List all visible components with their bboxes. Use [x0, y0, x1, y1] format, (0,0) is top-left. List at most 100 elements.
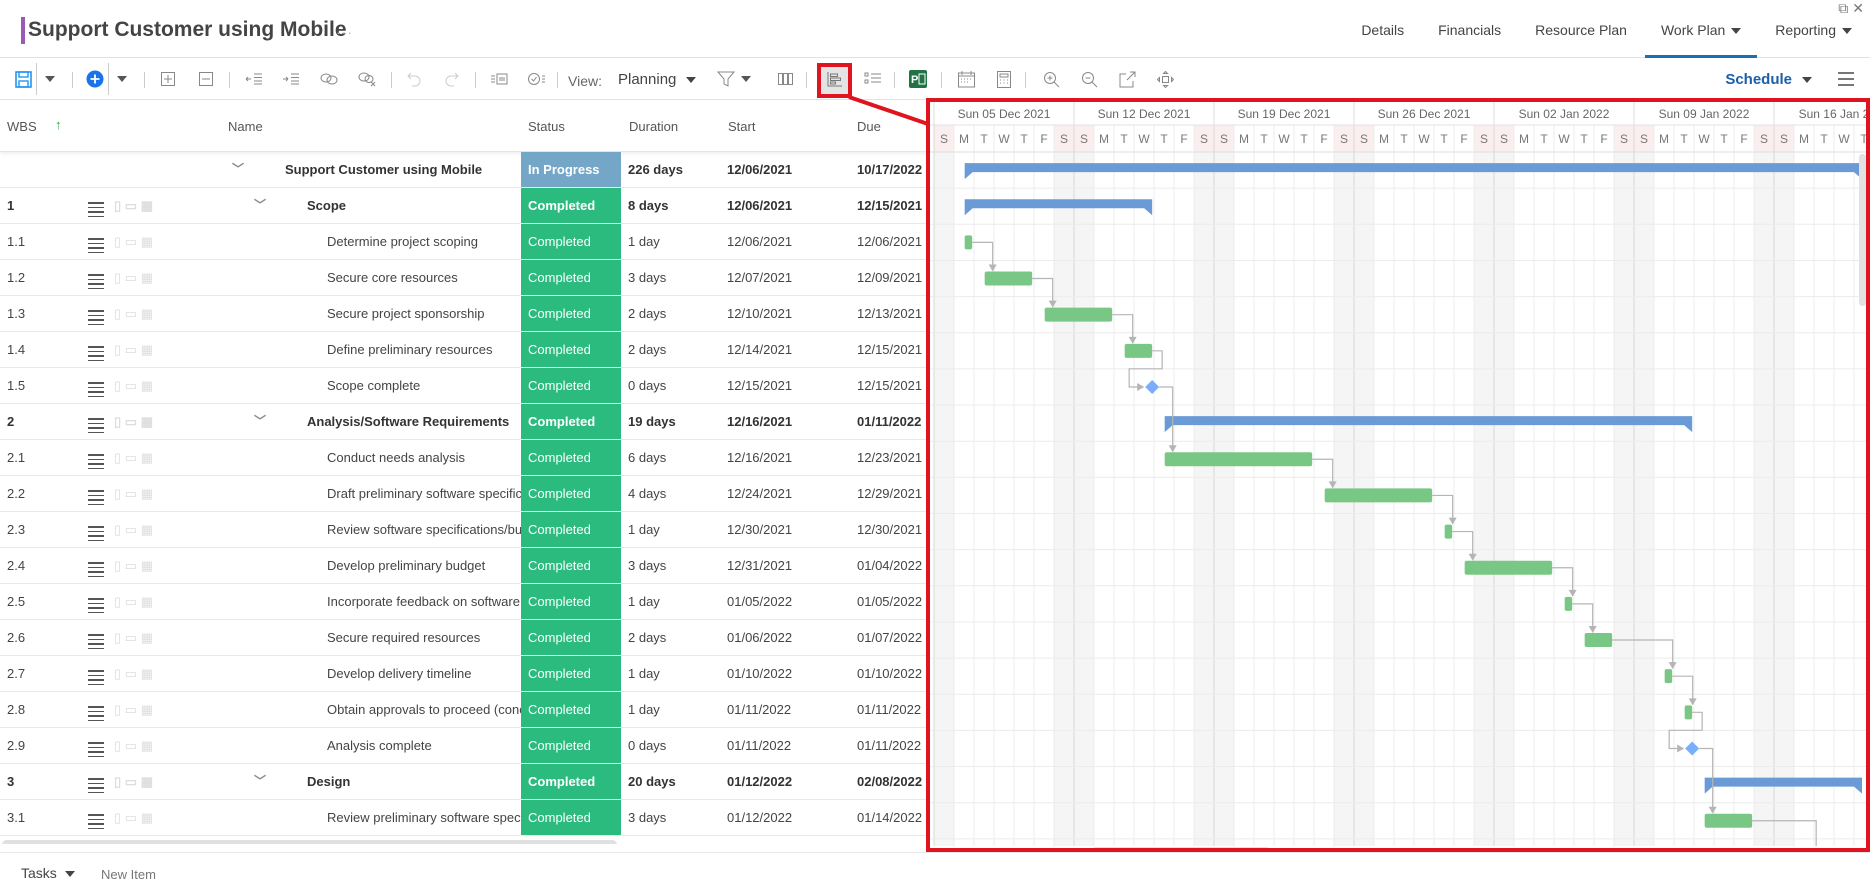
comment-icon[interactable]: ▭ [125, 774, 137, 789]
task-bar[interactable] [1584, 633, 1613, 648]
popout-icon[interactable] [1116, 65, 1138, 93]
milestone-diamond[interactable] [1145, 379, 1160, 394]
tab-reporting[interactable]: Reporting [1775, 0, 1852, 58]
table-row[interactable]: 1.5 ▯ ▭ ▦ Scope complete Completed 0 days 12/… [0, 368, 928, 404]
cell-name[interactable]: Incorporate feedback on software specifi… [327, 584, 521, 619]
note-icon[interactable]: ▯ [114, 486, 121, 501]
column-header-name[interactable]: Name [228, 119, 263, 134]
table-row[interactable]: 2.1 ▯ ▭ ▦ Conduct needs analysis Completed 6… [0, 440, 928, 476]
checklist-icon[interactable] [526, 65, 548, 93]
table-row[interactable]: 1.3 ▯ ▭ ▦ Secure project sponsorship Comple… [0, 296, 928, 332]
column-header-wbs[interactable]: WBS [7, 119, 37, 134]
details-icon[interactable]: ▦ [141, 342, 153, 357]
task-details-icon[interactable] [488, 65, 510, 93]
indent-icon[interactable] [280, 65, 302, 93]
task-bar[interactable] [1464, 560, 1553, 575]
details-icon[interactable]: ▦ [141, 594, 153, 609]
comment-icon[interactable]: ▭ [125, 738, 137, 753]
table-row[interactable]: 2.9 ▯ ▭ ▦ Analysis complete Completed 0 days… [0, 728, 928, 764]
cell-name[interactable]: Scope [307, 188, 521, 223]
menu-icon[interactable] [1838, 72, 1854, 90]
cell-name[interactable]: Define preliminary resources [327, 332, 521, 367]
collapse-all-icon[interactable] [196, 65, 216, 93]
cell-name[interactable]: Analysis complete [327, 728, 521, 763]
note-icon[interactable]: ▯ [114, 306, 121, 321]
comment-icon[interactable]: ▭ [125, 342, 137, 357]
note-icon[interactable]: ▯ [114, 774, 121, 789]
comment-icon[interactable]: ▭ [125, 270, 137, 285]
drag-handle-icon[interactable] [88, 260, 104, 295]
view-select[interactable]: Planning [618, 71, 697, 88]
collapse-chevron-icon[interactable]: ﹀ [254, 188, 274, 223]
task-bar[interactable] [1124, 343, 1153, 358]
cell-name[interactable]: Review software specifications/budget [327, 512, 521, 547]
new-item-button[interactable]: New Item [101, 867, 156, 882]
table-row[interactable]: 1.2 ▯ ▭ ▦ Secure core resources Completed 3 … [0, 260, 928, 296]
summary-bar[interactable] [964, 163, 1862, 180]
task-bar[interactable] [1324, 488, 1433, 503]
tab-details[interactable]: Details [1361, 0, 1404, 58]
drag-handle-icon[interactable] [88, 224, 104, 259]
milestone-diamond[interactable] [1685, 741, 1700, 756]
drag-handle-icon[interactable] [88, 440, 104, 475]
drag-handle-icon[interactable] [88, 368, 104, 403]
sort-ascending-icon[interactable]: ↑ [55, 117, 62, 132]
task-bar[interactable] [1684, 705, 1693, 720]
cell-name[interactable]: Draft preliminary software specification… [327, 476, 521, 511]
grid-horizontal-scrollbar[interactable] [2, 840, 617, 844]
expand-all-icon[interactable] [158, 65, 178, 93]
collapse-chevron-icon[interactable]: ﹀ [254, 764, 274, 799]
drag-handle-icon[interactable] [88, 620, 104, 655]
table-row[interactable]: 2 ▯ ▭ ▦ ﹀ Analysis/Software Requirements Com… [0, 404, 928, 440]
task-bar[interactable] [1444, 524, 1453, 539]
details-icon[interactable]: ▦ [141, 666, 153, 681]
table-row[interactable]: ﹀ Support Customer using Mobile In Progres… [0, 152, 928, 188]
note-icon[interactable]: ▯ [114, 810, 121, 825]
calendar-icon[interactable] [955, 65, 977, 93]
details-icon[interactable]: ▦ [141, 486, 153, 501]
table-row[interactable]: 3.1 ▯ ▭ ▦ Review preliminary software spec… [0, 800, 928, 836]
cell-name[interactable]: Develop preliminary budget [327, 548, 521, 583]
drag-handle-icon[interactable] [88, 296, 104, 331]
columns-icon[interactable] [775, 65, 797, 93]
table-row[interactable]: 2.3 ▯ ▭ ▦ Review software specifications/b… [0, 512, 928, 548]
task-bar[interactable] [1044, 307, 1113, 322]
cell-name[interactable]: Secure required resources [327, 620, 521, 655]
details-icon[interactable]: ▦ [141, 738, 153, 753]
drag-handle-icon[interactable] [88, 548, 104, 583]
unlink-icon[interactable] [356, 65, 378, 93]
task-list-icon[interactable] [862, 65, 884, 93]
details-icon[interactable]: ▦ [141, 810, 153, 825]
details-icon[interactable]: ▦ [141, 774, 153, 789]
table-row[interactable]: 2.4 ▯ ▭ ▦ Develop preliminary budget Comple… [0, 548, 928, 584]
drag-handle-icon[interactable] [88, 476, 104, 511]
cell-name[interactable]: Obtain approvals to proceed (concept, ti… [327, 692, 521, 727]
close-icon[interactable]: ✕ [1852, 0, 1864, 16]
table-row[interactable]: 1.4 ▯ ▭ ▦ Define preliminary resources Comp… [0, 332, 928, 368]
table-row[interactable]: 2.2 ▯ ▭ ▦ Draft preliminary software speci… [0, 476, 928, 512]
table-row[interactable]: 3 ▯ ▭ ▦ ﹀ Design Completed 20 days 01/12/2022 0… [0, 764, 928, 800]
details-icon[interactable]: ▦ [141, 414, 153, 429]
zoom-out-icon[interactable] [1078, 65, 1100, 93]
details-icon[interactable]: ▦ [141, 630, 153, 645]
drag-handle-icon[interactable] [88, 188, 104, 223]
column-header-start[interactable]: Start [728, 119, 755, 134]
cell-name[interactable]: Develop delivery timeline [327, 656, 521, 691]
note-icon[interactable]: ▯ [114, 702, 121, 717]
cell-name[interactable]: Secure core resources [327, 260, 521, 295]
details-icon[interactable]: ▦ [141, 378, 153, 393]
note-icon[interactable]: ▯ [114, 522, 121, 537]
details-icon[interactable]: ▦ [141, 306, 153, 321]
task-bar[interactable] [984, 271, 1033, 286]
fit-to-screen-icon[interactable] [1154, 65, 1176, 93]
collapse-chevron-icon[interactable]: ﹀ [254, 404, 274, 439]
schedule-dropdown[interactable]: Schedule [1725, 71, 1812, 88]
undo-icon[interactable] [403, 65, 425, 93]
table-row[interactable]: 2.6 ▯ ▭ ▦ Secure required resources Complet… [0, 620, 928, 656]
details-icon[interactable]: ▦ [141, 234, 153, 249]
comment-icon[interactable]: ▭ [125, 378, 137, 393]
drag-handle-icon[interactable] [88, 764, 104, 799]
details-icon[interactable]: ▦ [141, 702, 153, 717]
note-icon[interactable]: ▯ [114, 558, 121, 573]
task-bar[interactable] [964, 235, 973, 250]
